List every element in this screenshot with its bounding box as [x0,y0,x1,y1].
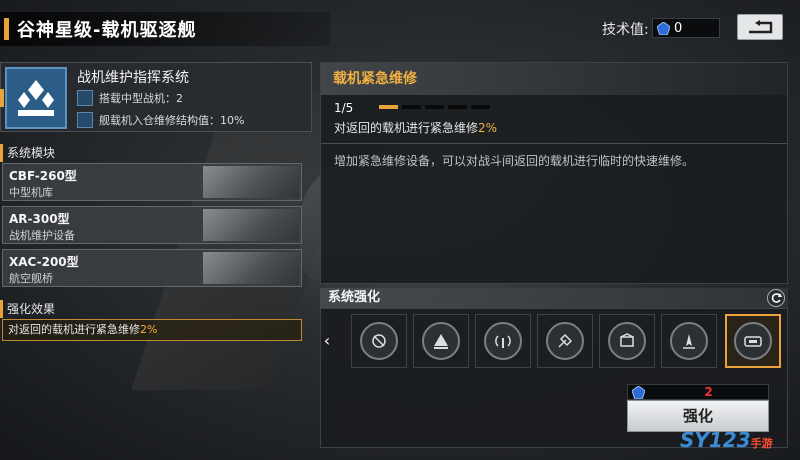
system-stat-carry-text: 搭载中型战机：2 [99,92,183,105]
system-name: 战机维护指挥系统 [77,70,189,86]
module-ar-300[interactable]: AR-300型 战机维护设备 [2,206,302,244]
effect-box: 对返回的载机进行紧急维修2% [2,319,302,341]
refresh-icon [771,293,782,303]
system-stat-repair: 舰载机入仓维修结构值：10% [77,110,307,130]
watermark-main: SY123 [680,428,751,452]
system-stat-repair-text: 舰载机入仓维修结构值：10% [99,114,245,127]
enhance-slot-4[interactable] [537,314,593,368]
back-button[interactable] [737,14,783,40]
module-image [203,252,299,284]
detail-effect-value: 2% [478,121,498,135]
module-name: CBF-260型 [9,169,77,183]
cost-value: 2 [704,385,713,399]
module-name: XAC-200型 [9,255,79,269]
module-image [203,209,299,241]
detail-effect: 对返回的载机进行紧急维修2% [334,119,497,136]
tech-gem-icon [632,385,645,399]
refresh-button[interactable] [767,289,785,307]
effect-value: 2% [140,323,158,336]
level-segment [425,105,444,109]
system-info-panel: 战机维护指挥系统 搭载中型战机：2 舰载机入仓维修结构值：10% [0,62,312,132]
system-icon [5,67,67,129]
system-stat-carry: 搭载中型战机：2 [77,88,307,108]
module-desc: 航空舰桥 [9,272,53,285]
title-bar: 谷神星级-载机驱逐舰 [0,12,330,46]
module-xac-200[interactable]: XAC-200型 航空舰桥 [2,249,302,287]
enhance-slot-3[interactable] [475,314,531,368]
enhance-slot-5[interactable] [599,314,655,368]
level-segment [471,105,490,109]
detail-description: 增加紧急维修设备，可以对战斗间返回的载机进行临时的快速维修。 [334,154,695,168]
enhance-header: 系统强化 [320,288,788,308]
divider [321,143,787,144]
level-segment [379,105,398,109]
module-box-icon [608,322,646,360]
header: 谷神星级-载机驱逐舰 技术值: 0 [0,0,800,52]
hangar-icon [18,80,54,116]
enhance-slot-1[interactable] [351,314,407,368]
module-name: AR-300型 [9,212,70,226]
module-image [203,166,299,198]
signal-icon [484,322,522,360]
emergency-repair-icon [734,322,772,360]
level-text: 1/5 [334,101,354,115]
detail-title: 载机紧急维修 [321,63,787,95]
tech-gem-icon [657,21,670,35]
enhance-slot-6[interactable] [661,314,717,368]
repair-tool-icon [546,322,584,360]
level-progress [379,105,490,109]
module-desc: 战机维护设备 [9,229,75,242]
tech-value-box: 0 [652,18,720,38]
watermark-logo: SY123手游 .net [680,428,800,460]
enhance-slot-2[interactable] [413,314,469,368]
tech-value: 0 [674,20,683,36]
fighter-launch-icon [670,322,708,360]
shield-dome-icon [422,322,460,360]
effect-label: 强化效果 [0,300,312,318]
page-title: 谷神星级-载机驱逐舰 [17,20,197,41]
level-segment [402,105,421,109]
title-accent [4,18,9,40]
module-desc: 中型机库 [9,186,53,199]
detail-effect-text: 对返回的载机进行紧急维修 [334,121,479,135]
system-accent [0,89,4,107]
module-cbf-260[interactable]: CBF-260型 中型机库 [2,163,302,201]
repair-icon [77,112,93,128]
cost-box: 2 [627,384,769,400]
tech-label: 技术值: [602,22,649,38]
detail-panel: 载机紧急维修 1/5 对返回的载机进行紧急维修2% 增加紧急维修设备，可以对战斗… [320,62,788,284]
back-arrow-icon [749,20,773,34]
hazard-icon [360,322,398,360]
fighter-icon [77,90,93,106]
level-segment [448,105,467,109]
enhance-slot-7-selected[interactable] [725,314,781,368]
modules-label: 系统模块 [0,144,312,162]
scroll-left-button[interactable]: ‹ [320,330,334,352]
effect-text: 对返回的载机进行紧急维修 [8,323,140,336]
